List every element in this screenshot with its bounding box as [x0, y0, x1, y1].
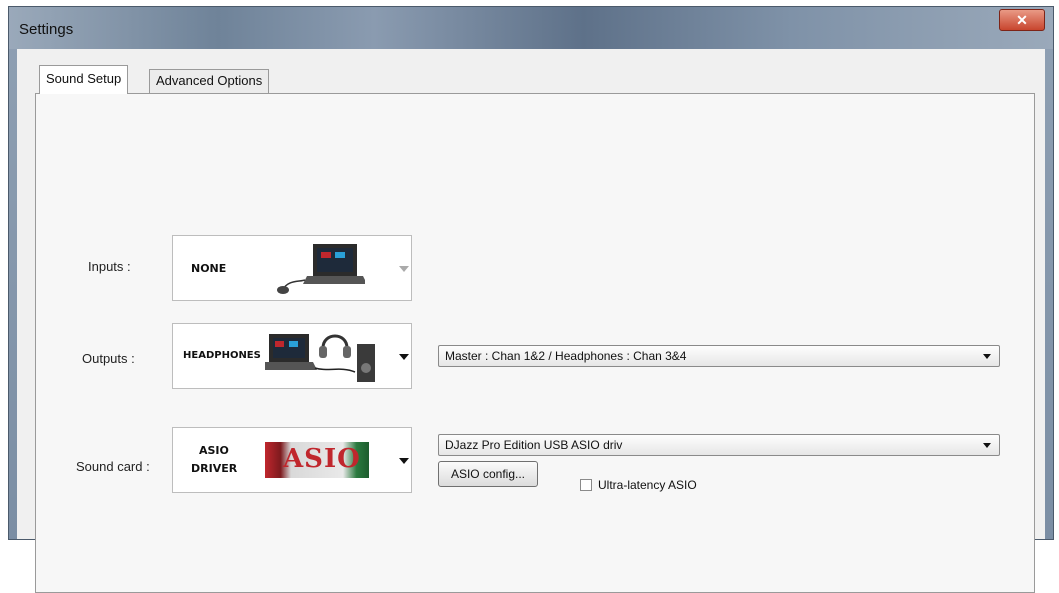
asio-config-button[interactable]: ASIO config...	[438, 461, 538, 487]
outputs-label: Outputs :	[82, 351, 135, 366]
window-client-area: Sound Setup Advanced Options Inputs : NO…	[17, 49, 1045, 593]
inputs-device-name: NONE	[191, 262, 227, 275]
tab-advanced-options[interactable]: Advanced Options	[149, 69, 270, 94]
sound-setup-panel: Inputs : NONE Outputs : HEADPHONES Maste…	[35, 93, 1035, 593]
window-title: Settings	[19, 21, 74, 38]
chevron-down-icon	[399, 266, 409, 272]
chevron-down-icon	[399, 458, 409, 464]
outputs-routing-value: Master : Chan 1&2 / Headphones : Chan 3&…	[445, 349, 687, 363]
close-button[interactable]: ✕	[999, 9, 1045, 31]
chevron-down-icon	[399, 354, 409, 360]
chevron-down-icon	[983, 443, 991, 448]
soundcard-device-selector[interactable]: ASIO DRIVER ASIO	[172, 427, 412, 493]
inputs-device-selector[interactable]: NONE	[172, 235, 412, 301]
outputs-device-selector[interactable]: HEADPHONES	[172, 323, 412, 389]
ultra-latency-label: Ultra-latency ASIO	[598, 478, 697, 492]
title-bar[interactable]: Settings ✕	[9, 7, 1053, 49]
outputs-device-name: HEADPHONES	[183, 350, 261, 361]
laptop-with-mouse-icon	[277, 244, 365, 294]
soundcard-device-line2: DRIVER	[191, 462, 238, 475]
tab-sound-setup[interactable]: Sound Setup	[39, 65, 129, 94]
close-icon: ✕	[1016, 12, 1028, 28]
ultra-latency-checkbox[interactable]	[580, 479, 592, 491]
settings-window: Settings ✕ Sound Setup Advanced Options …	[8, 6, 1054, 593]
soundcard-label: Sound card :	[76, 459, 150, 474]
soundcard-device-line1: ASIO	[199, 444, 229, 457]
asio-logo-text: ASIO	[283, 444, 361, 474]
outputs-routing-select[interactable]: Master : Chan 1&2 / Headphones : Chan 3&…	[438, 345, 1000, 367]
soundcard-driver-value: DJazz Pro Edition USB ASIO driv	[445, 438, 623, 452]
inputs-label: Inputs :	[88, 259, 131, 274]
soundcard-driver-select[interactable]: DJazz Pro Edition USB ASIO driv	[438, 434, 1000, 456]
laptop-headphones-speaker-icon	[265, 334, 375, 382]
chevron-down-icon	[983, 354, 991, 359]
asio-logo: ASIO	[265, 442, 369, 478]
